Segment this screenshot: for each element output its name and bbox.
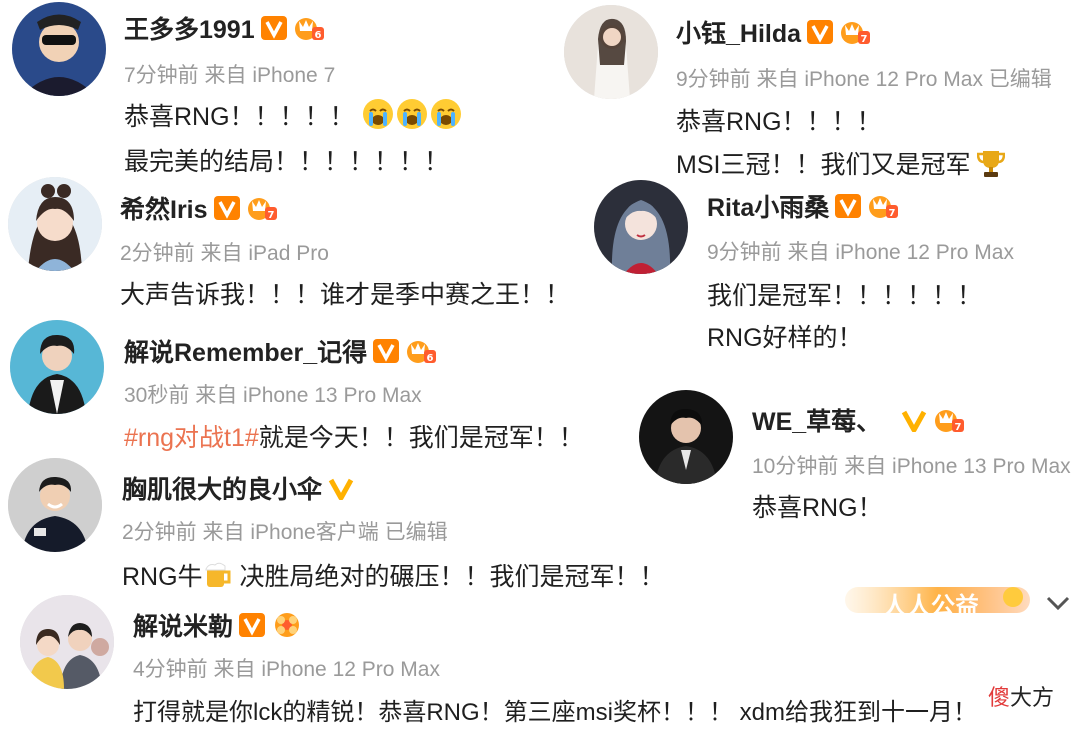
author-name[interactable]: Rita小雨桑 — [707, 188, 829, 224]
crown-level-icon: 7 — [246, 193, 278, 223]
svg-text:7: 7 — [267, 210, 274, 221]
sticker-black-text: 大方 — [1010, 685, 1055, 710]
author-name[interactable]: 胸肌很大的良小伞 — [122, 470, 322, 506]
flower-level-icon — [271, 610, 303, 640]
post-text: MSI三冠！！我们又是冠军 — [676, 145, 1006, 185]
crying-emoji-icon — [362, 98, 462, 137]
author-row: Rita小雨桑 7 — [707, 188, 899, 224]
crown-level-icon: 7 — [839, 17, 871, 47]
avatar[interactable] — [564, 5, 658, 99]
verified-v-icon — [328, 476, 354, 500]
post-text: 恭喜RNG！ — [752, 494, 883, 522]
post-text: 大声告诉我！！！谁才是季中赛之王！！ — [120, 281, 571, 309]
post-text: 打得就是你lck的精锐！恭喜RNG！第三座msi奖杯！！！ xdm给我狂到十一月… — [133, 699, 977, 726]
post-text: 恭喜RNG！！！！！ — [124, 97, 462, 137]
topic-link[interactable]: #rng对战t1# — [124, 424, 259, 452]
crown-level-icon: 7 — [933, 405, 965, 435]
author-name[interactable]: 希然Iris — [120, 190, 208, 226]
svg-text:7: 7 — [889, 208, 896, 219]
post-text: 最完美的结局！！！！！！！ — [124, 148, 450, 176]
post-text: 我们是冠军！！！！！！ — [707, 282, 983, 310]
post-meta: 7分钟前 来自 iPhone 7 — [124, 64, 336, 87]
post-meta: 9分钟前 来自 iPhone 12 Pro Max — [707, 241, 1014, 264]
avatar[interactable] — [639, 390, 733, 484]
author-name[interactable]: 小钰_Hilda — [676, 14, 801, 50]
verified-v-icon — [373, 339, 400, 363]
verified-v-icon — [213, 196, 240, 220]
author-row: 解说Remember_记得 6 — [124, 333, 437, 369]
author-row: 小钰_Hilda 7 — [676, 14, 871, 50]
avatar[interactable] — [8, 177, 102, 271]
crown-level-icon: 6 — [405, 336, 437, 366]
charity-banner[interactable]: 人人公益 — [845, 583, 1030, 620]
charity-label: 人人公益 — [883, 593, 979, 620]
verified-v-icon — [901, 408, 927, 432]
post-text: 恭喜RNG！！！！ — [676, 108, 882, 136]
svg-text:7: 7 — [861, 34, 868, 45]
verified-v-icon — [835, 194, 862, 218]
avatar[interactable] — [12, 2, 106, 96]
post-text: RNG牛 决胜局绝对的碾压！！我们是冠军！！ — [122, 557, 665, 597]
post-meta: 2分钟前 来自 iPad Pro — [120, 242, 329, 265]
svg-text:6: 6 — [314, 30, 321, 41]
svg-text:6: 6 — [427, 353, 434, 364]
sticker-red-text: 傻 — [988, 685, 1011, 710]
post-meta: 10分钟前 来自 iPhone 13 Pro Max — [752, 455, 1071, 478]
svg-text:7: 7 — [955, 422, 962, 433]
author-row: 解说米勒 — [133, 607, 303, 643]
avatar[interactable] — [10, 320, 104, 414]
post-text: #rng对战t1#就是今天！！我们是冠军！！ — [124, 424, 584, 452]
author-name[interactable]: 王多多1991 — [124, 10, 255, 46]
post-meta: 4分钟前 来自 iPhone 12 Pro Max — [133, 658, 440, 681]
author-name[interactable]: WE_草莓、 — [752, 402, 881, 438]
crown-level-icon: 7 — [867, 191, 899, 221]
trophy-emoji-icon — [977, 148, 1006, 185]
verified-v-icon — [260, 16, 287, 40]
avatar[interactable] — [8, 458, 102, 552]
post-meta: 30秒前 来自 iPhone 13 Pro Max — [124, 384, 422, 407]
author-name[interactable]: 解说Remember_记得 — [124, 333, 367, 369]
post-text: RNG好样的！ — [707, 324, 863, 352]
author-row: 王多多1991 6 — [124, 10, 325, 46]
verified-v-icon — [239, 613, 266, 637]
avatar[interactable] — [20, 595, 114, 689]
beer-emoji-icon — [203, 560, 233, 597]
post-meta: 2分钟前 来自 iPhone客户端 已编辑 — [122, 521, 448, 544]
crown-level-icon: 6 — [293, 13, 325, 43]
avatar[interactable] — [594, 180, 688, 274]
author-row: 希然Iris 7 — [120, 190, 278, 226]
verified-v-icon — [807, 20, 834, 44]
author-name[interactable]: 解说米勒 — [133, 607, 233, 643]
author-row: WE_草莓、 7 — [752, 402, 965, 438]
author-row: 胸肌很大的良小伞 — [122, 470, 354, 506]
post-meta: 9分钟前 来自 iPhone 12 Pro Max 已编辑 — [676, 68, 1052, 91]
chevron-down-icon[interactable] — [1043, 588, 1073, 618]
sticker-overlay: 傻大方 — [988, 680, 1054, 712]
